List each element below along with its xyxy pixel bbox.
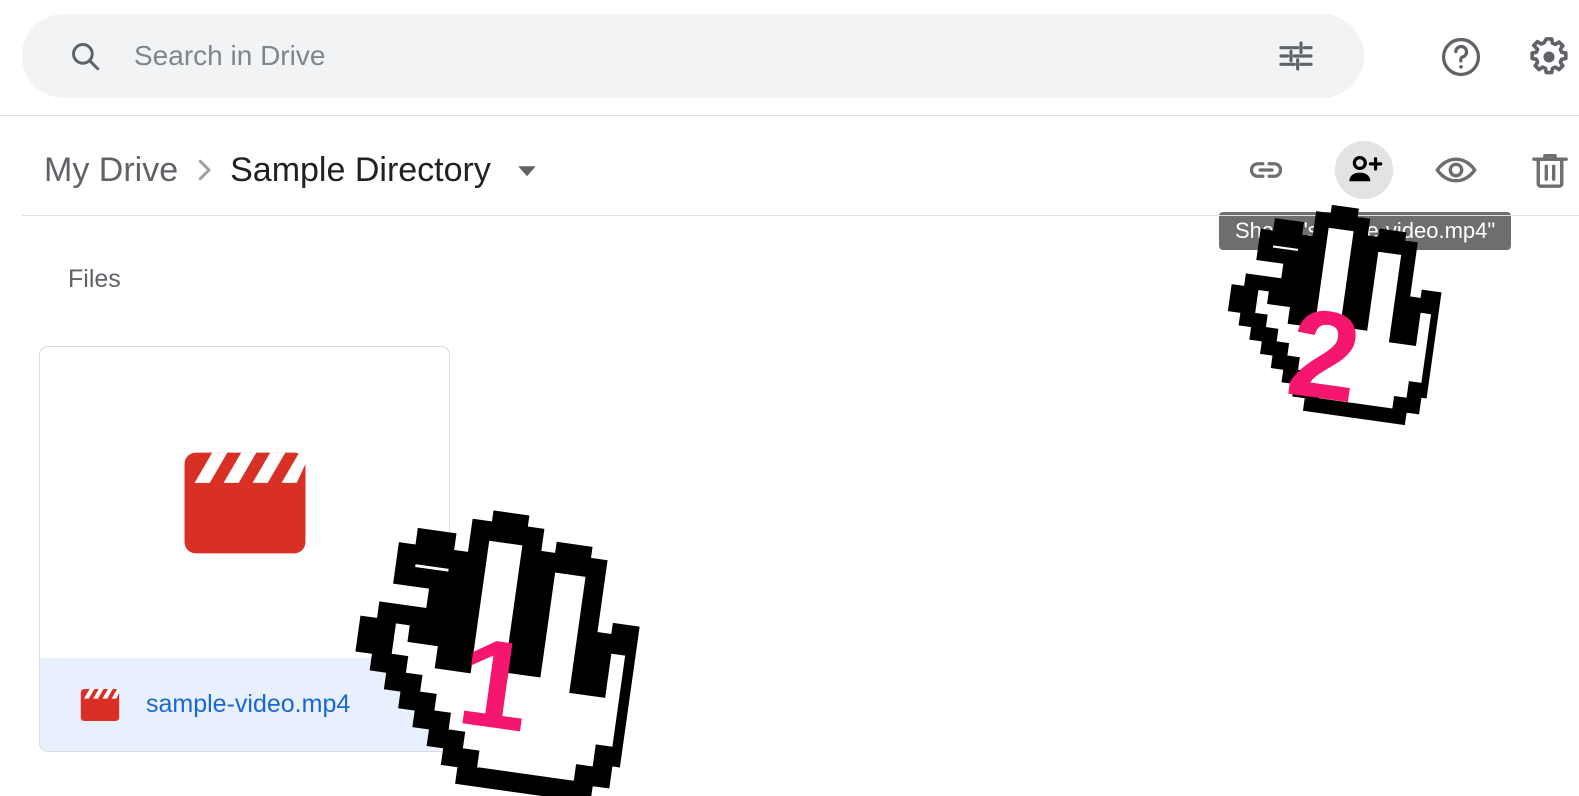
video-clapperboard-icon-small <box>80 688 120 721</box>
section-label-files: Files <box>68 265 121 293</box>
breadcrumb-separator-icon <box>182 153 226 187</box>
drive-page: My Drive Sample Directory <box>0 0 1579 796</box>
search-input[interactable] <box>134 40 1274 72</box>
get-link-button[interactable] <box>1238 142 1294 198</box>
breadcrumb-item-my-drive[interactable]: My Drive <box>40 151 182 190</box>
delete-button[interactable] <box>1522 142 1578 198</box>
step-2-number: 2 <box>1280 282 1369 430</box>
file-thumbnail <box>40 347 449 658</box>
share-tooltip: Share "sample-video.mp4" <box>1219 212 1512 250</box>
gear-icon[interactable] <box>1526 34 1572 80</box>
help-circle-icon[interactable] <box>1438 34 1484 80</box>
step-1-number: 1 <box>450 611 540 759</box>
file-card-footer[interactable]: sample-video.mp4 <box>40 658 449 751</box>
file-card[interactable]: sample-video.mp4 <box>39 346 450 752</box>
file-name[interactable]: sample-video.mp4 <box>146 690 350 719</box>
content-divider <box>22 215 1579 216</box>
breadcrumb: My Drive Sample Directory <box>40 140 545 200</box>
share-button[interactable] <box>1335 141 1393 199</box>
preview-button[interactable] <box>1428 142 1484 198</box>
search-icon <box>68 39 102 73</box>
search-bar[interactable] <box>22 14 1364 98</box>
step-2-cursor: 2 <box>1207 142 1458 478</box>
header-divider <box>0 115 1579 116</box>
tune-icon[interactable] <box>1274 34 1318 78</box>
chevron-down-icon[interactable] <box>509 152 545 188</box>
video-clapperboard-icon <box>184 452 305 553</box>
breadcrumb-item-sample-directory[interactable]: Sample Directory <box>226 151 495 190</box>
